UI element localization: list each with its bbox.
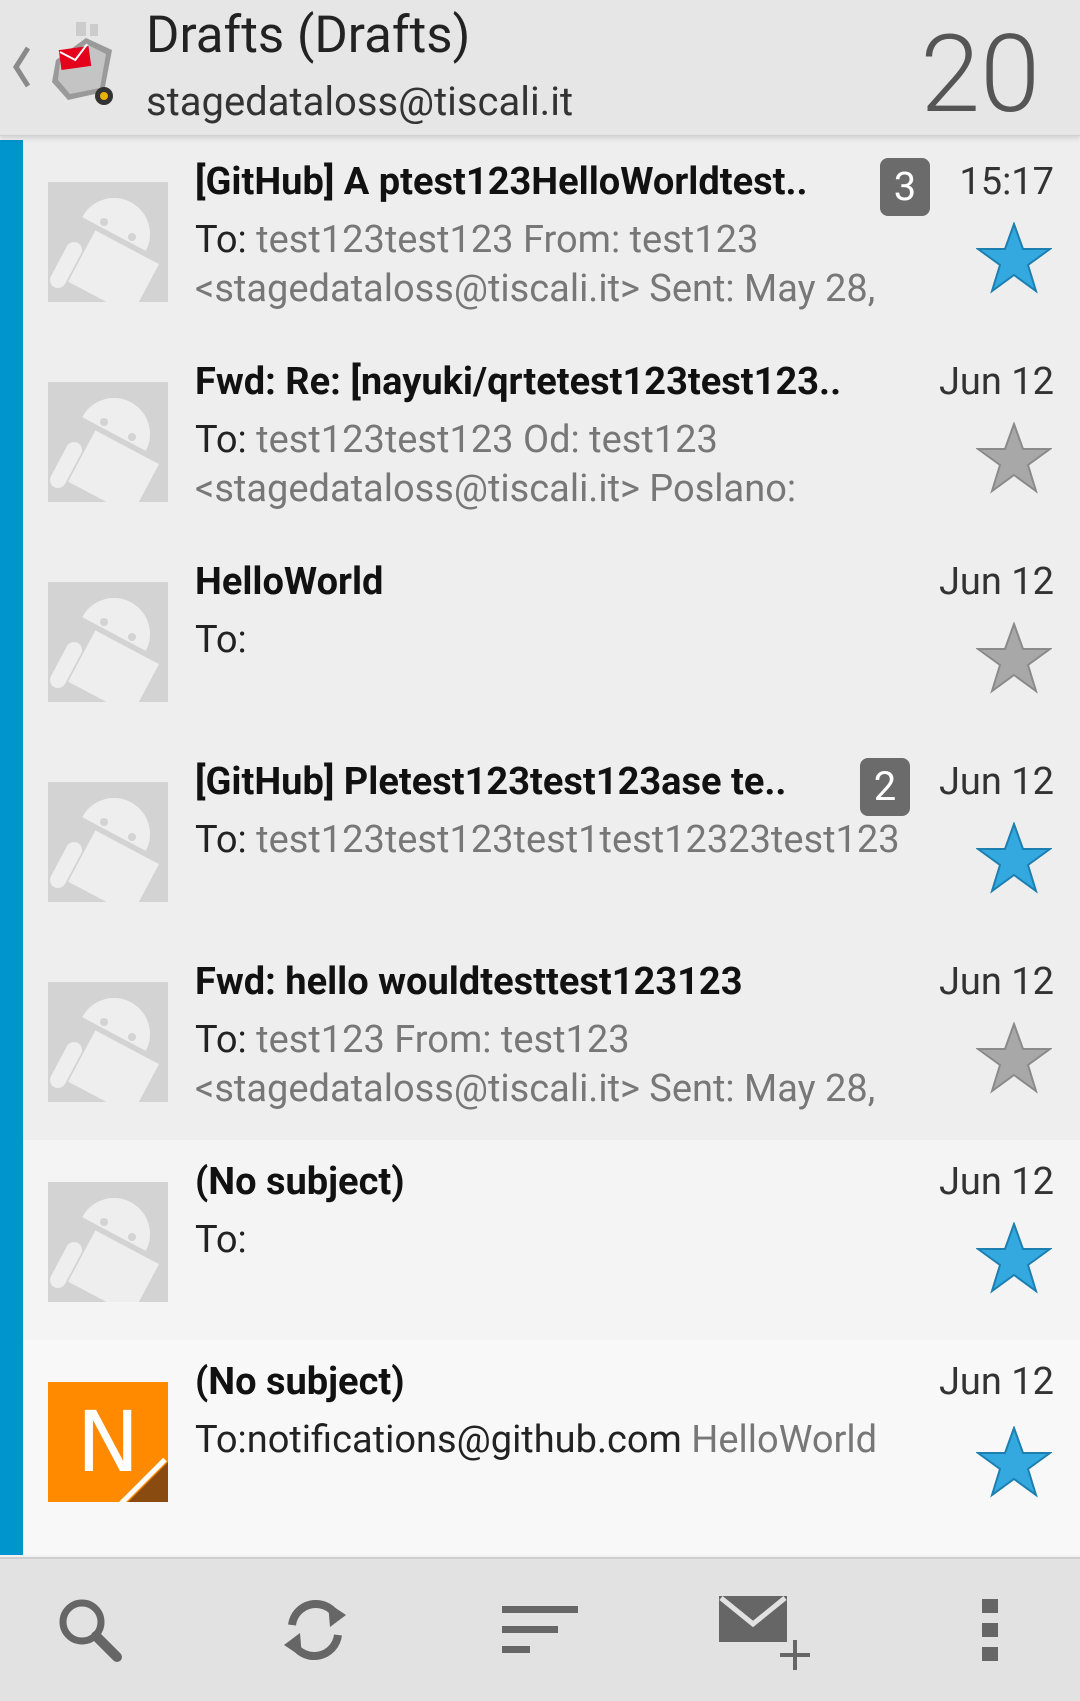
bottom-toolbar bbox=[0, 1557, 1080, 1701]
app-logo-icon[interactable] bbox=[46, 20, 122, 110]
star-filled-icon[interactable] bbox=[976, 822, 1052, 894]
star-filled-icon[interactable] bbox=[976, 1426, 1052, 1498]
star-empty-icon[interactable] bbox=[976, 1022, 1052, 1094]
message-date: Jun 12 bbox=[938, 1360, 1054, 1404]
unread-indicator bbox=[0, 1540, 23, 1555]
preview-text: test123 From: test123 <stagedataloss@tis… bbox=[195, 1018, 876, 1111]
message-row[interactable]: HelloWorld Jun 12 To: bbox=[0, 540, 1080, 741]
message-list: [GitHub] A ptest123HelloWorldtest.. 3 15… bbox=[0, 140, 1080, 1555]
action-bar: Drafts (Drafts) stagedataloss@tiscali.it… bbox=[0, 0, 1080, 138]
message-subject: (No subject) bbox=[195, 1160, 405, 1204]
message-subject: Fwd: hello wouldtesttest123123 bbox=[195, 960, 743, 1004]
overflow-menu-button[interactable] bbox=[930, 1559, 1050, 1701]
thread-count-badge: 2 bbox=[860, 758, 910, 816]
message-subject: [GitHub] Pletest123test123ase te.. bbox=[195, 760, 787, 804]
sort-button[interactable] bbox=[480, 1559, 600, 1701]
search-button[interactable] bbox=[30, 1559, 150, 1701]
message-preview: To:notifications@github.com HelloWorld bbox=[195, 1416, 955, 1465]
message-preview: To: test123 From: test123 <stagedataloss… bbox=[195, 1016, 955, 1114]
message-date: Jun 12 bbox=[938, 760, 1054, 804]
android-avatar-icon[interactable] bbox=[48, 382, 168, 502]
unread-indicator bbox=[0, 1140, 23, 1340]
message-preview: To: bbox=[195, 616, 955, 665]
message-date: Jun 12 bbox=[938, 560, 1054, 604]
sort-icon bbox=[502, 1606, 578, 1653]
message-subject: (No subject) bbox=[195, 1360, 405, 1404]
message-date: Jun 12 bbox=[938, 1160, 1054, 1204]
compose-button[interactable] bbox=[705, 1559, 825, 1701]
to-label: To: bbox=[195, 818, 247, 862]
message-date: 15:17 bbox=[959, 160, 1054, 204]
preview-text: test123test123 Od: test123 <stagedatalos… bbox=[195, 418, 797, 511]
to-label: To: bbox=[195, 418, 247, 462]
star-empty-icon[interactable] bbox=[976, 622, 1052, 694]
message-date: Jun 12 bbox=[938, 360, 1054, 404]
account-email: stagedataloss@tiscali.it bbox=[146, 78, 574, 125]
message-preview: To: test123test123 From: test123 <staged… bbox=[195, 216, 955, 314]
message-row[interactable]: N (No subject) Jun 12 To:notifications@g… bbox=[0, 1340, 1080, 1541]
to-label: To:notifications@github.com bbox=[195, 1418, 682, 1462]
to-label: To: bbox=[195, 618, 247, 662]
thread-count-badge: 3 bbox=[880, 158, 930, 216]
folder-title: Drafts (Drafts) bbox=[146, 6, 471, 65]
to-label: To: bbox=[195, 1218, 247, 1262]
preview-text: test123test123test1test12323test123 bbox=[246, 818, 900, 862]
letter-avatar[interactable]: N bbox=[48, 1382, 168, 1502]
star-empty-icon[interactable] bbox=[976, 422, 1052, 494]
message-row[interactable]: (No subject) Jun 12 To: bbox=[0, 1140, 1080, 1341]
message-row[interactable]: Fwd: hello wouldtesttest123123 Jun 12 To… bbox=[0, 940, 1080, 1141]
unread-indicator bbox=[0, 140, 23, 340]
star-filled-icon[interactable] bbox=[976, 222, 1052, 294]
message-row[interactable]: [GitHub] Pletest123test123ase te.. 2 Jun… bbox=[0, 740, 1080, 941]
to-label: To: bbox=[195, 218, 247, 262]
android-avatar-icon[interactable] bbox=[48, 1182, 168, 1302]
message-row[interactable] bbox=[0, 1540, 1080, 1555]
back-chevron-icon[interactable] bbox=[10, 42, 34, 92]
android-avatar-icon[interactable] bbox=[48, 582, 168, 702]
android-avatar-icon[interactable] bbox=[48, 982, 168, 1102]
search-icon bbox=[59, 1599, 122, 1662]
android-avatar-icon[interactable] bbox=[48, 182, 168, 302]
message-subject: Fwd: Re: [nayuki/qrtetest123test123.. bbox=[195, 360, 842, 404]
refresh-icon bbox=[284, 1599, 346, 1661]
unread-indicator bbox=[0, 740, 23, 940]
message-row[interactable]: Fwd: Re: [nayuki/qrtetest123test123.. Ju… bbox=[0, 340, 1080, 541]
preview-text: HelloWorld bbox=[681, 1418, 878, 1462]
unread-indicator bbox=[0, 540, 23, 740]
message-preview: To: bbox=[195, 1216, 955, 1265]
unread-indicator bbox=[0, 940, 23, 1140]
message-subject: HelloWorld bbox=[195, 560, 384, 604]
message-row[interactable]: [GitHub] A ptest123HelloWorldtest.. 3 15… bbox=[0, 140, 1080, 341]
overflow-menu-icon bbox=[982, 1599, 998, 1661]
message-preview: To: test123test123 Od: test123 <stagedat… bbox=[195, 416, 955, 514]
compose-icon bbox=[719, 1596, 810, 1670]
message-preview: To: test123test123test1test12323test123 bbox=[195, 816, 955, 865]
android-avatar-icon[interactable] bbox=[48, 782, 168, 902]
unread-indicator bbox=[0, 340, 23, 540]
to-label: To: bbox=[195, 1018, 247, 1062]
star-filled-icon[interactable] bbox=[976, 1222, 1052, 1294]
message-date: Jun 12 bbox=[938, 960, 1054, 1004]
unread-indicator bbox=[0, 1340, 23, 1540]
message-count: 20 bbox=[920, 12, 1040, 138]
refresh-button[interactable] bbox=[255, 1559, 375, 1701]
preview-text: test123test123 From: test123 <stagedatal… bbox=[195, 218, 876, 311]
message-subject: [GitHub] A ptest123HelloWorldtest.. bbox=[195, 160, 808, 204]
